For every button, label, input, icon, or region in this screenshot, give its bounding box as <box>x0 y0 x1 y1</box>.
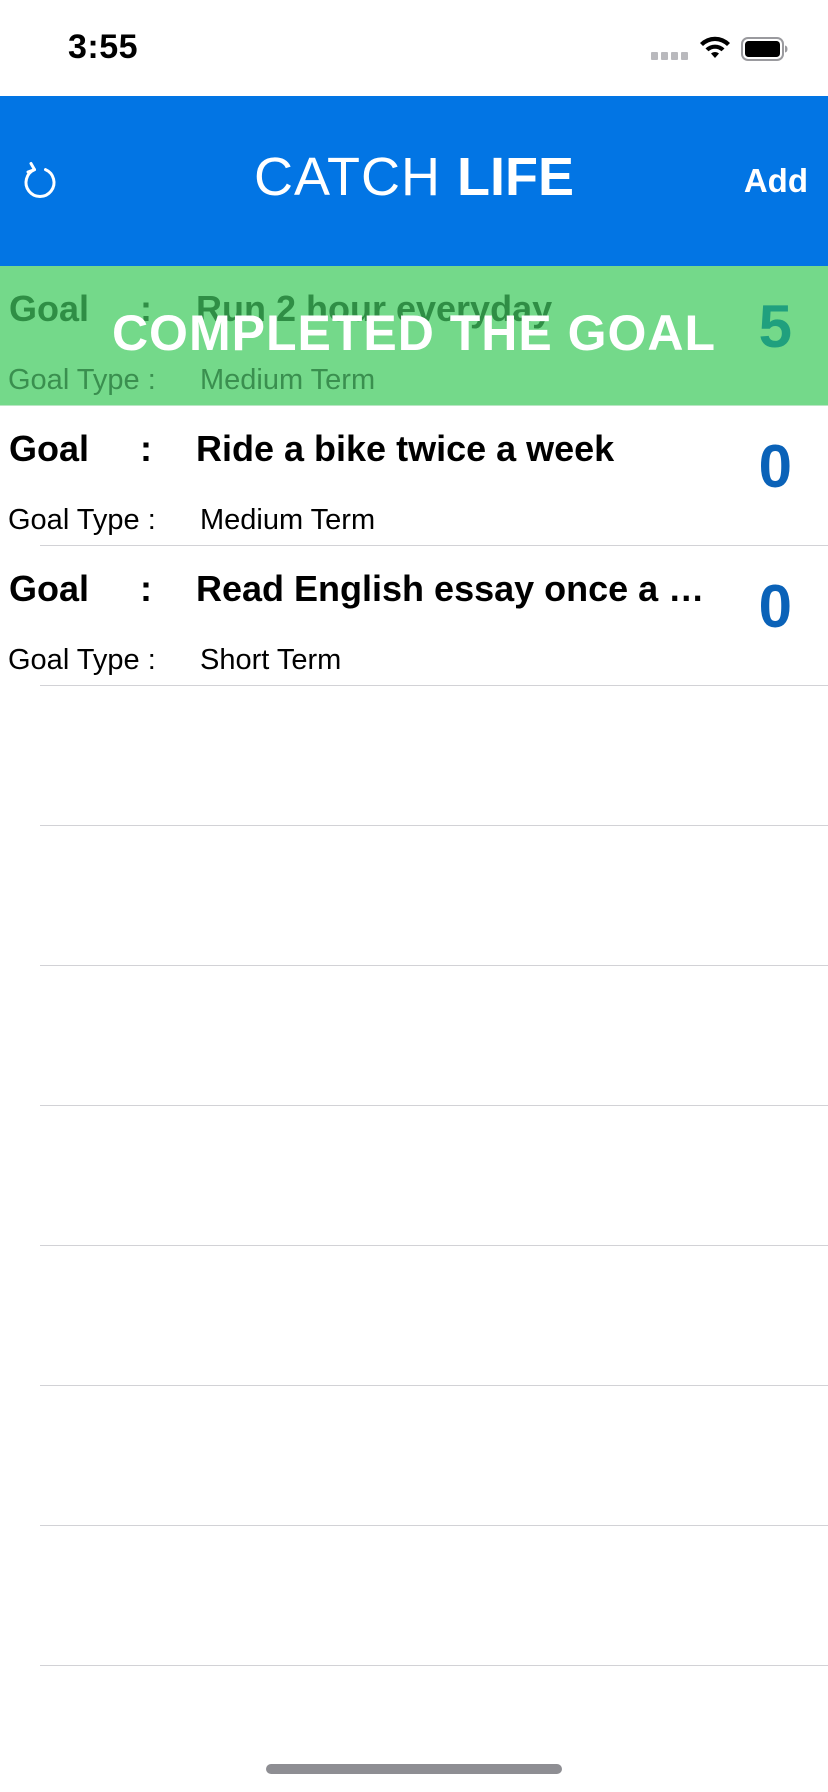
completed-banner: COMPLETED THE GOAL <box>111 305 717 361</box>
wifi-icon <box>700 36 730 58</box>
app-title-light: CATCH <box>254 147 457 207</box>
goal-count: 0 <box>758 573 792 640</box>
goal-text: Ride a bike twice a week <box>196 428 615 469</box>
status-time: 3:55 <box>68 28 139 66</box>
goal-label: Goal <box>9 568 90 609</box>
empty-row-divider <box>40 1385 828 1386</box>
goal-type-label: Goal Type : <box>8 364 156 396</box>
goals-list: Goal : Run 2 hour everyday Goal Type : M… <box>0 266 828 1666</box>
goal-row-completed[interactable]: Goal : Run 2 hour everyday Goal Type : M… <box>0 266 828 406</box>
empty-row-divider <box>40 1245 828 1246</box>
goal-colon: : <box>140 568 152 609</box>
row-divider <box>40 685 828 686</box>
goal-type-value: Medium Term <box>200 364 376 396</box>
app-screen: 3:55 CATCH LIFE Add Goal : Run 2 hour ev… <box>0 0 828 1792</box>
goal-count: 0 <box>758 433 792 500</box>
goal-row[interactable]: Goal : Ride a bike twice a week Goal Typ… <box>0 406 828 546</box>
empty-row-divider <box>40 965 828 966</box>
goal-type-label: Goal Type : <box>8 644 156 676</box>
add-button[interactable]: Add <box>744 162 808 200</box>
empty-row-divider <box>40 1665 828 1666</box>
goal-colon: : <box>140 428 152 469</box>
cellular-signal-icon <box>651 52 688 60</box>
goal-text: Read English essay once a week <box>196 568 716 609</box>
goal-row[interactable]: Goal : Read English essay once a week Go… <box>0 546 828 686</box>
status-bar: 3:55 <box>0 0 828 96</box>
battery-icon <box>741 37 788 61</box>
goal-label: Goal <box>9 428 90 469</box>
empty-row-divider <box>40 825 828 826</box>
goal-type-value: Medium Term <box>200 504 376 536</box>
app-title: CATCH LIFE <box>0 150 828 204</box>
empty-row-divider <box>40 1525 828 1526</box>
navigation-bar: CATCH LIFE Add <box>0 96 828 266</box>
goal-type-value: Short Term <box>200 644 342 676</box>
home-indicator[interactable] <box>266 1764 562 1774</box>
app-title-bold: LIFE <box>457 147 574 207</box>
goal-type-label: Goal Type : <box>8 504 156 536</box>
empty-row-divider <box>40 1105 828 1106</box>
